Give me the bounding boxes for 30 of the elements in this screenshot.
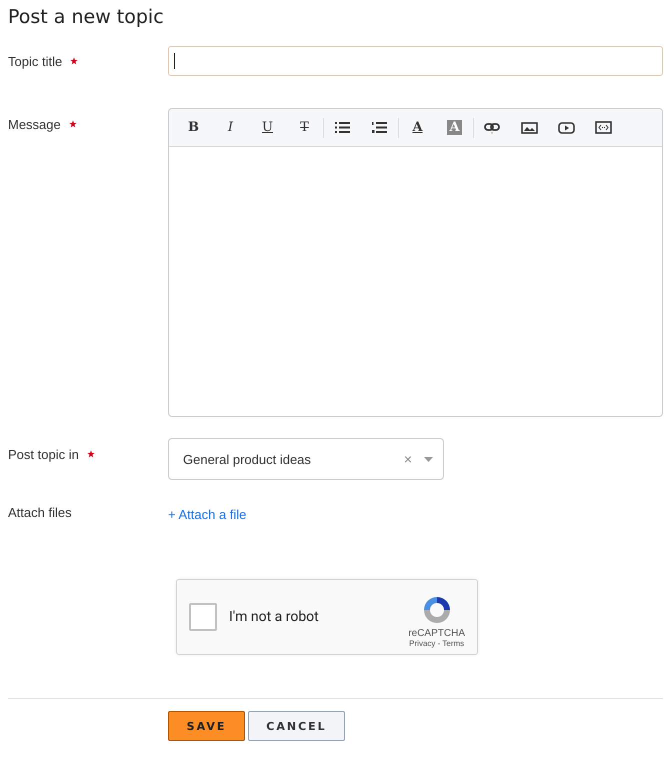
text-cursor [174, 53, 175, 69]
strike-button[interactable]: T [286, 112, 323, 142]
numbered-list-icon [372, 122, 387, 133]
message-editor[interactable]: B I U T A A [168, 108, 663, 417]
bold-button[interactable]: B [175, 112, 212, 142]
privacy-terms-links[interactable]: Privacy - Terms [409, 639, 464, 648]
category-select[interactable]: General product ideas × [168, 438, 444, 480]
image-icon [521, 122, 538, 134]
color-button[interactable]: A [399, 112, 436, 142]
field-label: Post topic in [8, 447, 79, 462]
italic-button[interactable]: I [212, 112, 249, 142]
cancel-button[interactable]: CANCEL [248, 711, 345, 741]
captcha-checkbox[interactable] [189, 603, 217, 631]
caret-icon [424, 456, 433, 462]
captcha-brand: reCAPTCHA [408, 628, 465, 639]
save-button[interactable]: SAVE [168, 711, 245, 741]
link-icon [484, 122, 501, 134]
topic-title-field[interactable] [168, 46, 663, 76]
bulleted-list-icon [335, 122, 350, 133]
field-label: Topic title [8, 54, 62, 69]
field-label: Message [8, 117, 61, 132]
field-label: Attach files [8, 505, 72, 520]
play-icon [558, 122, 575, 134]
highlight-button[interactable]: A [436, 112, 473, 142]
attach-file-link[interactable]: + Attach a file [168, 507, 246, 522]
clear-icon[interactable]: × [404, 451, 412, 467]
code-icon [595, 121, 612, 134]
underline-button[interactable]: U [249, 112, 286, 142]
page-title: Post a new topic [8, 6, 165, 28]
captcha-label: I'm not a robot [229, 609, 320, 625]
